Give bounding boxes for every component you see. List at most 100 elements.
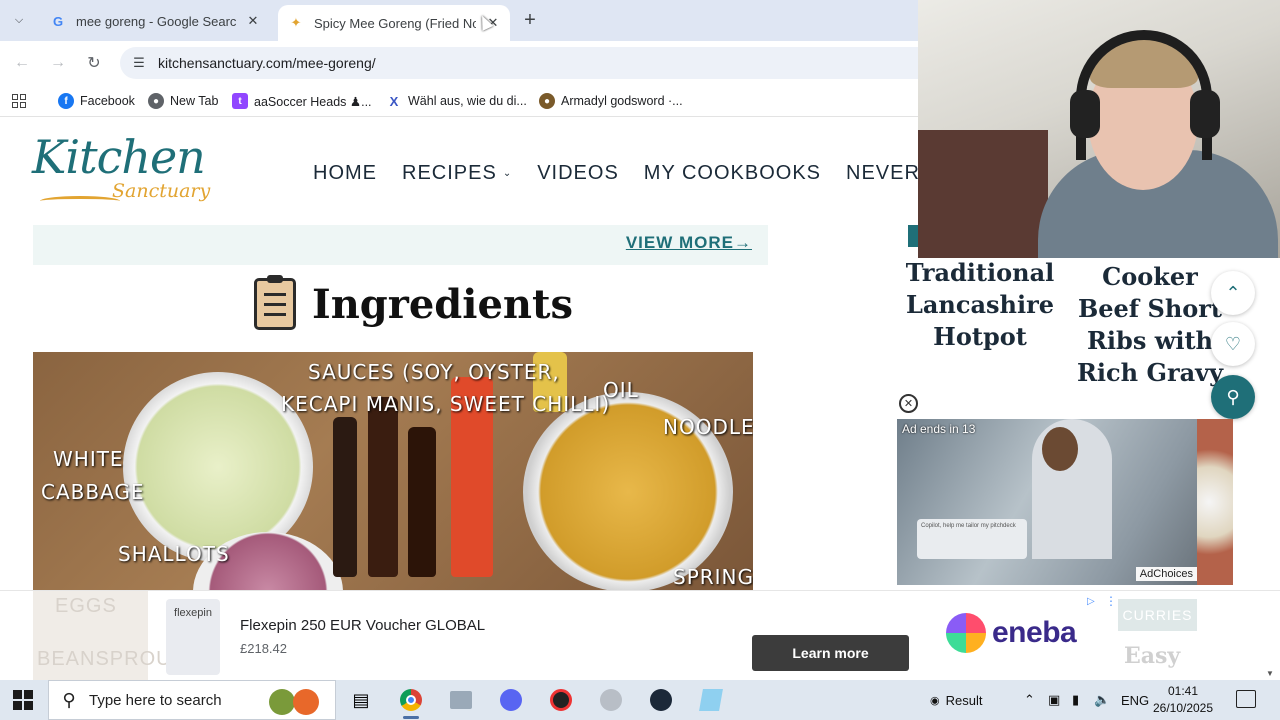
apps-icon[interactable] [12,91,26,111]
app-icon[interactable] [596,686,626,714]
volume-icon[interactable]: 🔈 [1094,680,1110,720]
nav-my-cookbooks[interactable]: MY COOKBOOKS [644,162,821,185]
eneba-wordmark: eneba [992,616,1077,649]
show-hidden-icons[interactable]: ⌃ [1024,680,1035,720]
video-ad[interactable]: Copilot, help me tailor my pitchdeck Ad … [897,419,1233,585]
ingredients-title: Ingredients [312,280,573,328]
logo-sub: Sanctuary [112,180,211,202]
tab-title: mee goreng - Google Search [76,13,236,29]
photo-label: NOODLES [663,415,753,439]
search-icon: ⚲ [62,689,76,710]
related-recipe-title[interactable]: Traditional Lancashire Hotpot [900,257,1060,353]
close-icon[interactable]: ✕ [244,12,262,30]
site-logo[interactable]: Kitchen Sanctuary [32,130,217,210]
ad-laptop-screen: Copilot, help me tailor my pitchdeck [917,519,1027,559]
chevron-down-icon: ⌄ [502,168,513,179]
search-icon: ⚲ [1226,386,1240,407]
bookmark-label: Armadyl godsword ·... [561,94,683,108]
sauce-bottle [368,397,398,577]
scroll-down-arrow-icon[interactable]: ▼ [1266,669,1274,678]
bookmark-waehl-aus[interactable]: X Wähl aus, wie du di... [386,91,527,111]
behind-text: Easy [1124,643,1181,669]
favourite-button[interactable]: ♡ [1211,322,1255,366]
ad-price: £218.42 [240,641,287,656]
bookmark-label: New Tab [170,94,219,108]
photo-label: SHALLOTS [118,542,230,566]
photo-label: CABBAGE [41,480,145,504]
reload-button[interactable]: ↻ [82,51,106,75]
search-highlight-image [269,686,325,716]
clock[interactable]: 01:41 26/10/2025 [1152,683,1214,717]
view-more-link[interactable]: VIEW MORE→ [626,233,752,253]
headset-earcup [1190,90,1220,138]
task-view-icon[interactable]: ▤ [346,686,376,714]
whisk-icon: ✦ [290,15,302,30]
ad-food-plate [1197,419,1233,585]
discord-icon[interactable] [496,686,526,714]
taskbar-search[interactable]: ⚲ Type here to search [48,680,336,720]
bookmark-label: Wähl aus, wie du di... [408,94,527,108]
steam-icon[interactable] [646,686,676,714]
windows-start-icon[interactable] [13,690,33,710]
x-brand-icon: X [386,93,402,109]
globe-icon: ● [148,93,164,109]
photo-label: KECAPI MANIS, SWEET CHILLI) [281,392,611,416]
battery-icon[interactable]: ▮ [1072,680,1079,720]
site-info-icon[interactable]: ☰ [130,54,148,72]
ad-title[interactable]: Flexepin 250 EUR Voucher GLOBAL [240,617,485,634]
url-text[interactable]: kitchensanctuary.com/mee-goreng/ [158,55,376,71]
photo-label: OIL [603,378,639,402]
nav-home[interactable]: HOME [313,162,377,185]
ad-laptop-text: Copilot, help me tailor my pitchdeck [921,523,1016,529]
banner-ad[interactable]: EGGS BEANSPROUTS flexepin Flexepin 250 E… [0,590,1280,680]
scroll-top-button[interactable]: ⌃ [1211,271,1255,315]
bookmark-armadyl[interactable]: ● Armadyl godsword ·... [539,91,683,111]
close-icon[interactable]: ✕ [899,394,918,413]
tray-app-label: Result [945,692,983,708]
nav-videos[interactable]: VIDEOS [537,162,619,185]
eneba-mark-icon [946,613,986,653]
clock-time: 01:41 [1167,684,1199,698]
adchoices-link[interactable]: AdChoices [1135,567,1197,581]
nav-recipes[interactable]: RECIPES ⌄ [402,162,512,185]
eneba-logo[interactable]: eneba [946,613,1077,653]
address-bar[interactable]: ☰ kitchensanctuary.com/mee-goreng/ [120,47,920,79]
flexepin-thumbnail: flexepin [166,599,220,675]
back-button[interactable]: ← [10,51,34,75]
main-nav: HOME RECIPES ⌄ VIDEOS MY COOKBOOKS NEVER… [313,162,918,185]
meet-now-icon[interactable]: ▣ [1048,680,1060,720]
learn-more-button[interactable]: Learn more [752,635,909,671]
notification-icon[interactable] [1236,690,1256,708]
notepad-icon[interactable] [696,686,726,714]
tab-mee-goreng[interactable]: ✦ Spicy Mee Goreng (Fried Noodles) ✕ [278,5,510,41]
site-search-button[interactable]: ⚲ [1211,375,1255,419]
behind-text: EGGS [55,595,117,617]
bookmark-new-tab[interactable]: ● New Tab [148,91,218,111]
related-recipe-title[interactable]: Cooker Beef Short Ribs with Rich Gravy [1075,261,1225,389]
tab-search-button[interactable]: ⌵ [8,9,30,31]
chrome-icon[interactable] [396,686,426,719]
clock-date: 26/10/2025 [1152,701,1214,715]
google-icon: G [52,13,64,29]
tab-google-search[interactable]: G mee goreng - Google Search ✕ [40,5,270,37]
adchoices-icon[interactable]: ▷ [1087,596,1095,607]
bookmarks-bar: f Facebook ● New Tab t aaSoccer Heads ♟.… [0,85,918,117]
twitch-icon: t [232,93,248,109]
ad-options-icon[interactable]: ⋮ [1105,594,1117,608]
obs-icon[interactable] [546,686,576,714]
clipboard-icon [254,275,296,330]
tray-app[interactable]: ◉ Result [930,680,982,720]
bookmark-facebook[interactable]: f Facebook [58,91,135,111]
photo-label: SPRING [673,565,753,589]
new-tab-button[interactable]: + [519,9,541,31]
taskbar-search-placeholder: Type here to search [89,691,222,709]
forward-button[interactable]: → [46,51,70,75]
taskbar: ⚲ Type here to search ▤ ◉ Result ⌃ ▣ ▮ 🔈… [0,680,1280,720]
sauce-bottle [333,417,357,577]
language-indicator[interactable]: ENG [1121,680,1149,720]
browser-toolbar: ← → ↻ ☰ kitchensanctuary.com/mee-goreng/ [0,41,920,85]
bookmark-soccer-heads[interactable]: t aaSoccer Heads ♟... [232,91,372,111]
webcam-overlay [918,0,1280,258]
file-explorer-icon[interactable] [446,686,476,714]
nav-never-miss[interactable]: NEVER MIS [846,162,918,185]
